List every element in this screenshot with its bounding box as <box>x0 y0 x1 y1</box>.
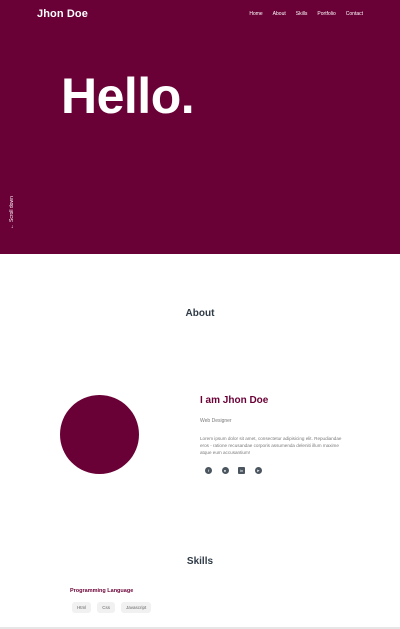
about-role: Web Designer <box>200 418 232 424</box>
hero-section: Jhon Doe Home About Skills Portfolio Con… <box>0 0 400 254</box>
skills-category: Programming Language <box>70 588 134 594</box>
about-name-heading: I am Jhon Doe <box>200 395 269 406</box>
site-logo[interactable]: Jhon Doe <box>37 8 88 20</box>
avatar <box>60 395 139 474</box>
telegram-icon[interactable]: ➤ <box>254 467 262 474</box>
nav-portfolio[interactable]: Portfolio <box>317 11 335 17</box>
skills-list: Html Css Javascript <box>72 602 152 613</box>
main-nav: Home About Skills Portfolio Contact <box>249 11 363 17</box>
skill-chip: Css <box>97 602 115 613</box>
about-title: About <box>185 308 215 319</box>
nav-skills[interactable]: Skills <box>296 11 308 17</box>
facebook-icon[interactable]: f <box>205 467 212 474</box>
github-icon[interactable]: ● <box>221 467 229 474</box>
linkedin-icon[interactable]: in <box>238 467 245 474</box>
hero-greeting: Hello. <box>61 68 195 124</box>
skill-chip: Javascript <box>121 602 152 613</box>
nav-contact[interactable]: Contact <box>346 11 363 17</box>
nav-home[interactable]: Home <box>249 11 262 17</box>
skill-chip: Html <box>72 602 92 613</box>
social-links: f ● in ➤ <box>205 467 262 474</box>
scroll-down-label: Scroll down <box>9 196 15 222</box>
scroll-down-link[interactable]: ← Scroll down <box>9 196 15 229</box>
about-bio: Lorem ipsum dolor sit amet, consectetur … <box>200 436 342 456</box>
skills-title: Skills <box>186 556 214 567</box>
arrow-down-icon: ← <box>9 224 15 229</box>
nav-about[interactable]: About <box>273 11 286 17</box>
